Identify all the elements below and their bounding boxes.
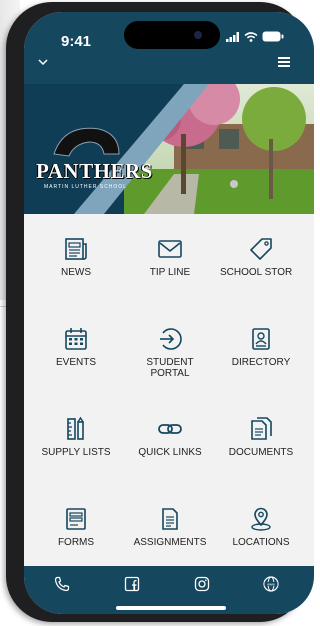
tile-tip-line[interactable]: TIP LINE [120,236,220,278]
tile-supply-lists[interactable]: SUPPLY LISTS [26,416,126,458]
chevron-down-icon[interactable] [38,56,48,68]
app-screen: 9:41 PANTHERS MARTIN LUTHER SCHOOL NEWS … [24,12,314,614]
status-icons [226,31,284,42]
tile-label: NEWS [61,267,91,278]
website-icon[interactable]: www [263,576,279,592]
battery-icon [262,31,284,42]
tile-label-line1: STUDENT [146,357,194,368]
tile-locations[interactable]: LOCATIONS [214,506,308,548]
tile-label: ASSIGNMENTS [133,537,207,548]
camera-icon [194,31,202,39]
documents-icon [251,417,272,440]
tile-label: LOCATIONS [232,537,290,548]
ruler-pencil-icon [67,416,84,440]
hero-banner: PANTHERS MARTIN LUTHER SCHOOL [24,84,314,214]
assignment-icon [162,508,178,530]
tile-label: DIRECTORY [231,357,291,368]
menu-icon[interactable] [278,57,290,67]
tile-directory[interactable]: DIRECTORY [214,326,308,368]
form-icon [66,508,86,530]
tag-icon [250,238,272,260]
contact-card-icon [252,328,270,350]
tile-forms[interactable]: FORMS [26,506,126,548]
tile-events[interactable]: EVENTS [26,326,126,368]
map-pin-icon [251,507,271,531]
hero-photo [24,84,314,214]
home-indicator[interactable] [116,606,226,610]
tile-label: SCHOOL STOR [220,267,293,278]
login-arrow-icon [160,328,182,350]
tile-documents[interactable]: DOCUMENTS [214,416,308,458]
tile-news[interactable]: NEWS [26,236,126,278]
link-icon [158,424,182,434]
status-time: 9:41 [61,33,92,50]
tile-label: QUICK LINKS [138,447,202,458]
svg-text:www: www [267,582,275,586]
tile-assignments[interactable]: ASSIGNMENTS [120,506,220,548]
phone-frame: 9:41 PANTHERS MARTIN LUTHER SCHOOL NEWS … [6,2,314,622]
instagram-icon[interactable] [194,576,210,592]
tile-label: SUPPLY LISTS [41,447,111,458]
wifi-icon [244,31,258,42]
tile-label: DOCUMENTS [228,447,294,458]
menu-grid: NEWS TIP LINE SCHOOL STOR EVENTS STUDENT… [24,214,314,566]
tile-label: TIP LINE [149,267,191,278]
facebook-icon[interactable] [124,576,140,592]
logo-subtext: MARTIN LUTHER SCHOOL [44,184,127,190]
tile-student-portal[interactable]: STUDENT PORTAL [120,326,220,379]
tile-label: EVENTS [55,357,96,368]
bottom-bar: www [24,566,314,614]
tile-school-store[interactable]: SCHOOL STOR [214,236,308,278]
calendar-icon [65,328,87,350]
tile-label: FORMS [57,537,95,548]
tile-label-line2: PORTAL [150,368,190,379]
top-bar: 9:41 [24,12,314,84]
signal-icon [226,31,239,42]
newspaper-icon [65,238,87,260]
tile-quick-links[interactable]: QUICK LINKS [120,416,220,458]
tile-label: STUDENT PORTAL [120,357,220,379]
phone-icon[interactable] [54,576,70,592]
panthers-logo: PANTHERS [36,159,153,183]
envelope-icon [158,240,182,258]
dynamic-island [124,21,220,49]
